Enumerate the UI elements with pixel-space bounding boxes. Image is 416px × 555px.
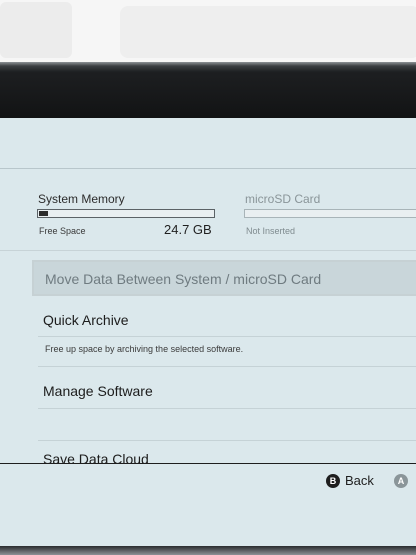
free-space-value: 24.7 GB [164, 222, 212, 237]
move-data-menu-item[interactable]: Move Data Between System / microSD Card [32, 260, 416, 296]
move-data-label: Move Data Between System / microSD Card [45, 271, 322, 287]
footer-bar: B Back A [0, 463, 416, 546]
console-bezel-top [0, 62, 416, 118]
quick-archive-description: Free up space by archiving the selected … [45, 344, 244, 354]
system-memory-usage-fill [39, 211, 48, 216]
background-object [120, 6, 416, 58]
free-space-label: Free Space [39, 226, 86, 236]
header-divider [0, 168, 416, 169]
microsd-card-title: microSD Card [245, 192, 321, 206]
microsd-status: Not Inserted [246, 226, 296, 236]
menu-separator [38, 366, 416, 367]
manage-software-label: Manage Software [43, 383, 153, 399]
quick-archive-label: Quick Archive [43, 312, 129, 328]
background-object [0, 2, 72, 58]
system-memory-usage-bar [37, 209, 215, 218]
a-button-icon[interactable]: A [394, 474, 408, 488]
console-bezel-bottom [0, 546, 416, 555]
footer-divider [0, 463, 416, 464]
b-button-icon: B [326, 474, 340, 488]
system-memory-title: System Memory [38, 192, 125, 206]
menu-separator [38, 440, 416, 441]
back-label: Back [345, 473, 374, 488]
menu-separator [38, 336, 416, 337]
menu-separator [38, 408, 416, 409]
manage-software-menu-item[interactable]: Manage Software [32, 380, 416, 410]
microsd-usage-bar [244, 209, 416, 218]
console-screen: System Memory Free Space 24.7 GB microSD… [0, 118, 416, 546]
panel-divider [0, 250, 416, 251]
background-wall [0, 0, 416, 62]
